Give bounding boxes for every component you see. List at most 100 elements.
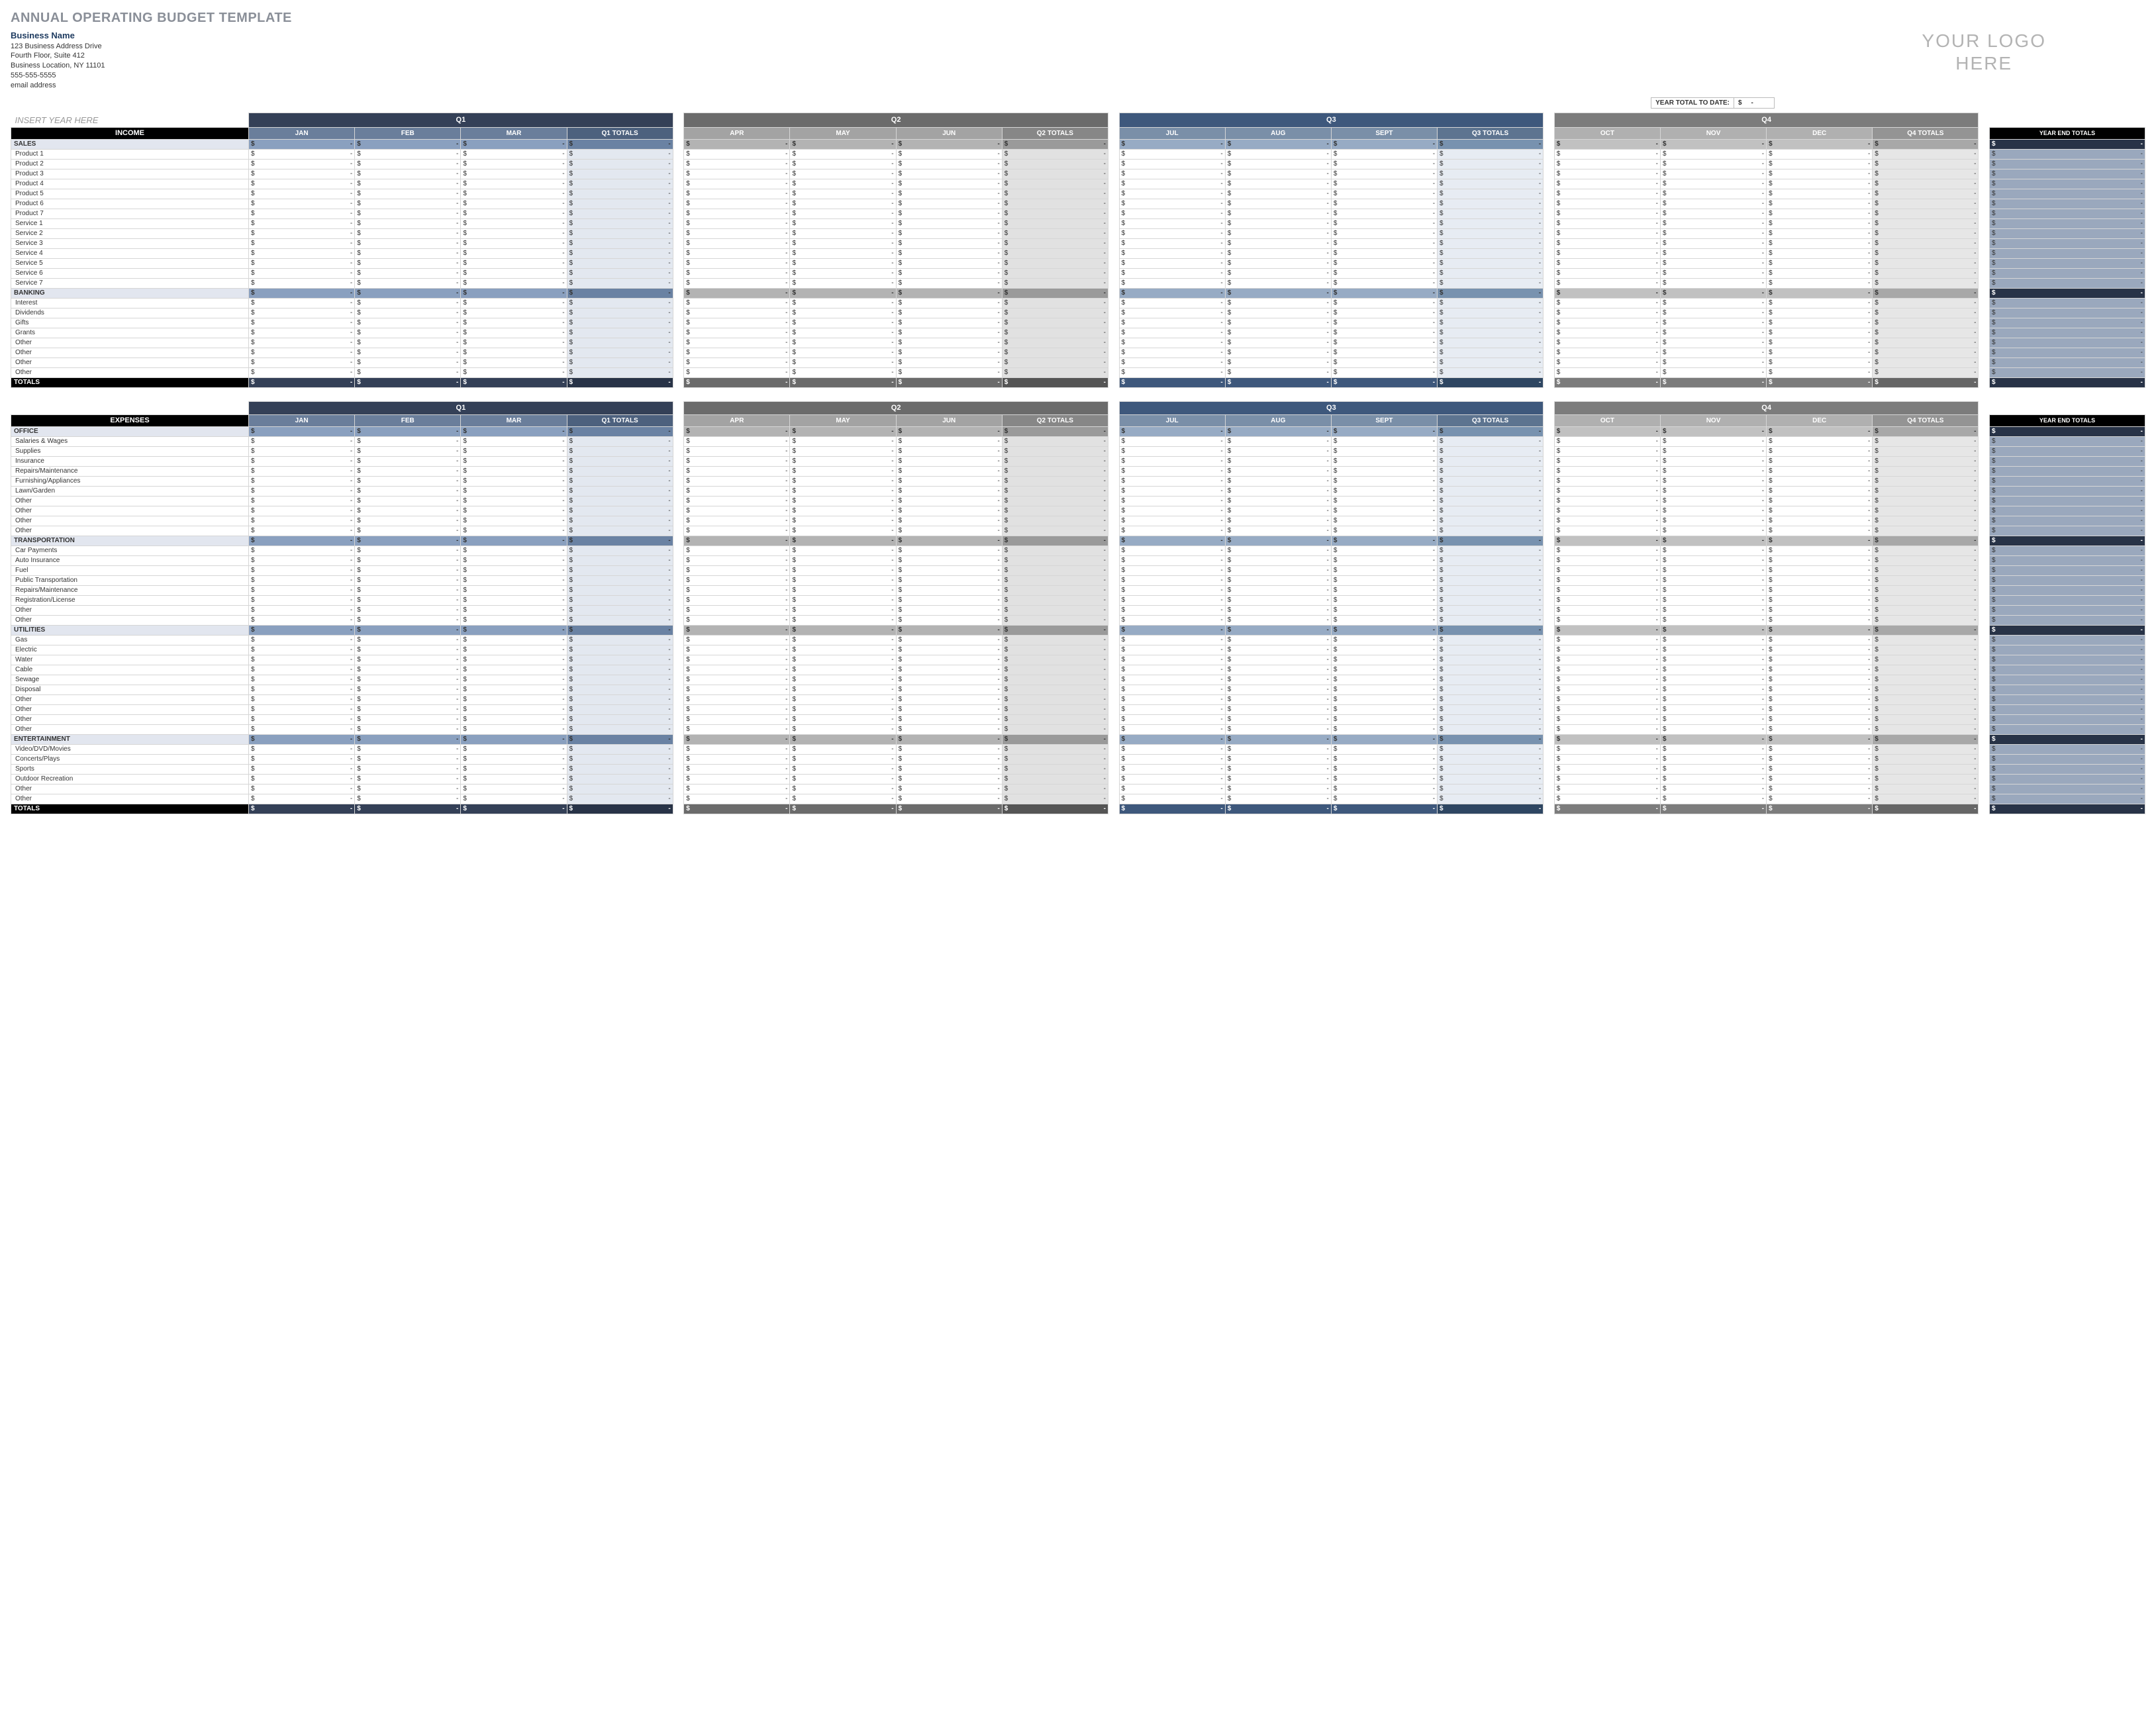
budget-cell[interactable]: $- [1660,744,1766,754]
budget-cell[interactable]: $- [1990,635,2145,645]
budget-cell[interactable]: $- [1438,565,1544,575]
budget-cell[interactable]: $- [790,466,896,476]
budget-cell[interactable]: $- [1990,258,2145,268]
budget-cell[interactable]: $- [1554,615,1660,625]
budget-cell[interactable]: $- [1554,625,1660,635]
budget-cell[interactable]: $- [355,258,461,268]
budget-cell[interactable]: $- [1990,694,2145,704]
budget-cell[interactable]: $- [1873,426,1979,436]
budget-cell[interactable]: $- [461,536,567,546]
budget-cell[interactable]: $- [1873,635,1979,645]
budget-cell[interactable]: $- [567,426,673,436]
budget-cell[interactable]: $- [461,496,567,506]
budget-cell[interactable]: $- [1990,536,2145,546]
budget-cell[interactable]: $- [1767,496,1873,506]
budget-cell[interactable]: $- [1438,209,1544,218]
budget-cell[interactable]: $- [461,744,567,754]
budget-cell[interactable]: $- [790,159,896,169]
budget-cell[interactable]: $- [461,555,567,565]
budget-cell[interactable]: $- [1225,456,1331,466]
year-placeholder[interactable]: INSERT YEAR HERE [11,113,249,127]
budget-cell[interactable]: $- [249,704,355,714]
budget-cell[interactable]: $- [1873,436,1979,446]
budget-cell[interactable]: $- [1002,764,1108,774]
budget-cell[interactable]: $- [1119,159,1225,169]
budget-cell[interactable]: $- [1873,298,1979,308]
budget-cell[interactable]: $- [1119,298,1225,308]
budget-cell[interactable]: $- [1438,635,1544,645]
budget-cell[interactable]: $- [1554,506,1660,516]
budget-cell[interactable]: $- [461,436,567,446]
budget-cell[interactable]: $- [1002,476,1108,486]
budget-cell[interactable]: $- [1119,476,1225,486]
budget-cell[interactable]: $- [896,367,1002,377]
budget-cell[interactable]: $- [567,655,673,665]
budget-cell[interactable]: $- [1767,199,1873,209]
budget-cell[interactable]: $- [1767,436,1873,446]
budget-cell[interactable]: $- [1002,357,1108,367]
budget-cell[interactable]: $- [355,645,461,655]
budget-cell[interactable]: $- [1002,199,1108,209]
budget-cell[interactable]: $- [461,516,567,526]
budget-cell[interactable]: $- [790,367,896,377]
budget-cell[interactable]: $- [1767,734,1873,744]
budget-cell[interactable]: $- [1554,734,1660,744]
budget-cell[interactable]: $- [567,308,673,318]
budget-cell[interactable]: $- [1438,318,1544,328]
budget-cell[interactable]: $- [1002,615,1108,625]
budget-cell[interactable]: $- [355,348,461,357]
budget-cell[interactable]: $- [1002,308,1108,318]
budget-cell[interactable]: $- [684,784,790,794]
budget-cell[interactable]: $- [1767,526,1873,536]
budget-cell[interactable]: $- [1873,784,1979,794]
budget-cell[interactable]: $- [1119,169,1225,179]
budget-cell[interactable]: $- [1119,635,1225,645]
budget-cell[interactable]: $- [567,694,673,704]
budget-cell[interactable]: $- [1119,149,1225,159]
budget-cell[interactable]: $- [1002,228,1108,238]
budget-cell[interactable]: $- [1225,704,1331,714]
budget-cell[interactable]: $- [1554,238,1660,248]
budget-cell[interactable]: $- [567,367,673,377]
budget-cell[interactable]: $- [355,546,461,555]
budget-cell[interactable]: $- [1990,585,2145,595]
budget-cell[interactable]: $- [896,635,1002,645]
budget-cell[interactable]: $- [1554,338,1660,348]
budget-cell[interactable]: $- [1225,804,1331,814]
budget-cell[interactable]: $- [896,199,1002,209]
budget-cell[interactable]: $- [249,446,355,456]
budget-cell[interactable]: $- [567,516,673,526]
budget-cell[interactable]: $- [1990,724,2145,734]
budget-cell[interactable]: $- [1331,734,1437,744]
budget-cell[interactable]: $- [1331,446,1437,456]
budget-cell[interactable]: $- [1554,605,1660,615]
budget-cell[interactable]: $- [1873,357,1979,367]
budget-cell[interactable]: $- [1767,694,1873,704]
budget-cell[interactable]: $- [1119,625,1225,635]
budget-cell[interactable]: $- [1331,426,1437,436]
budget-cell[interactable]: $- [896,149,1002,159]
budget-cell[interactable]: $- [1438,268,1544,278]
budget-cell[interactable]: $- [567,436,673,446]
budget-cell[interactable]: $- [896,665,1002,675]
budget-cell[interactable]: $- [461,565,567,575]
budget-cell[interactable]: $- [1554,209,1660,218]
budget-cell[interactable]: $- [461,526,567,536]
budget-cell[interactable]: $- [896,218,1002,228]
budget-cell[interactable]: $- [249,328,355,338]
budget-cell[interactable]: $- [1119,516,1225,526]
budget-cell[interactable]: $- [567,605,673,615]
budget-cell[interactable]: $- [1002,665,1108,675]
budget-cell[interactable]: $- [896,169,1002,179]
budget-cell[interactable]: $- [1225,774,1331,784]
budget-cell[interactable]: $- [1990,228,2145,238]
budget-cell[interactable]: $- [461,149,567,159]
budget-cell[interactable]: $- [1331,238,1437,248]
budget-cell[interactable]: $- [1119,595,1225,605]
budget-cell[interactable]: $- [1225,426,1331,436]
budget-cell[interactable]: $- [1119,189,1225,199]
budget-cell[interactable]: $- [1767,139,1873,149]
budget-cell[interactable]: $- [1767,704,1873,714]
budget-cell[interactable]: $- [1331,248,1437,258]
budget-cell[interactable]: $- [1438,426,1544,436]
